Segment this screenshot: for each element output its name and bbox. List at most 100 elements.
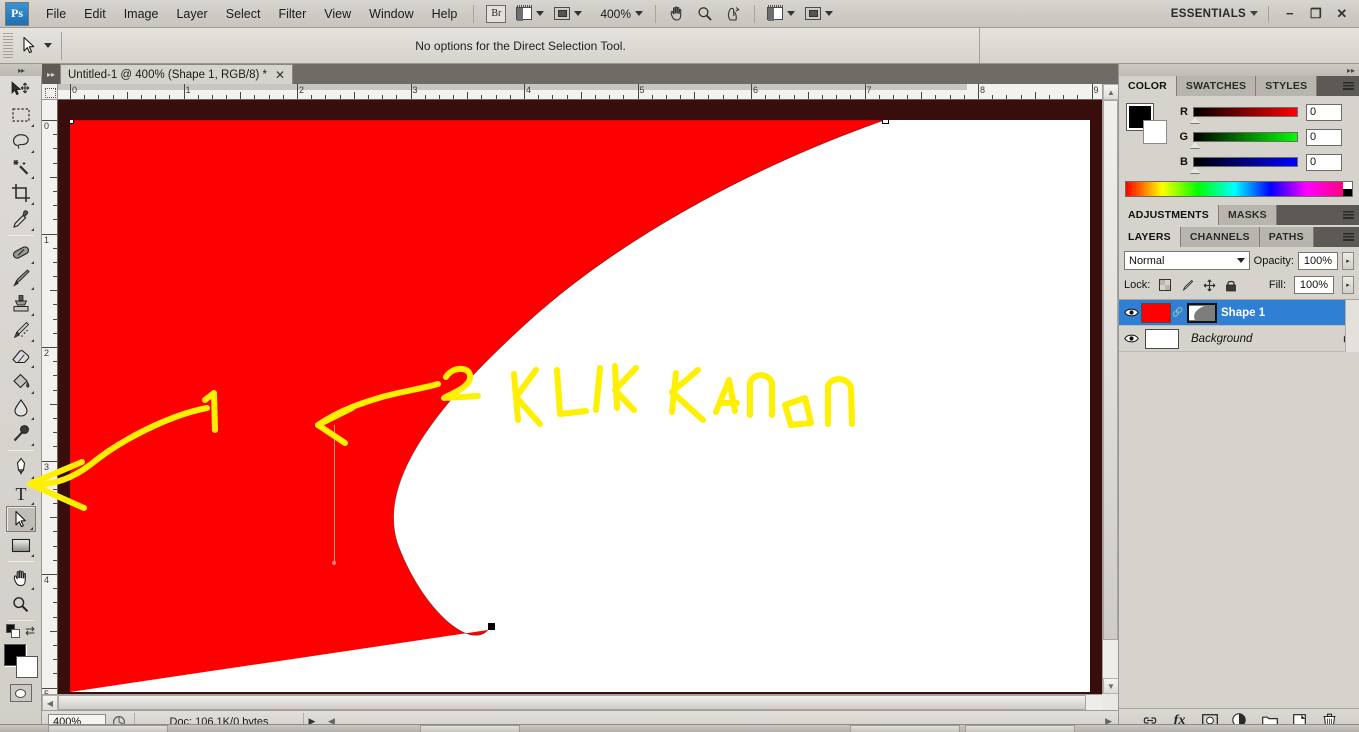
tool-hand-tool[interactable]: [6, 565, 36, 591]
black-chip[interactable]: [1343, 189, 1352, 196]
zoom-tool-button[interactable]: [693, 3, 717, 25]
fill-stepper[interactable]: ▸: [1342, 276, 1354, 294]
layer-thumbnail[interactable]: [1145, 328, 1179, 349]
blue-value-field[interactable]: 0: [1306, 153, 1342, 171]
launch-bridge-button[interactable]: Br: [483, 3, 509, 25]
blue-slider-track[interactable]: [1190, 157, 1298, 173]
tool-eraser-tool[interactable]: [6, 343, 36, 369]
minimize-button[interactable]: −: [1277, 3, 1303, 25]
close-button[interactable]: ✕: [1329, 3, 1355, 25]
red-slider-thumb[interactable]: [1190, 117, 1200, 123]
ruler-origin-corner[interactable]: [42, 84, 58, 100]
lock-all-icon[interactable]: [1224, 278, 1238, 292]
horizontal-ruler[interactable]: 0 1 2 3 4 5 6 7 8 9: [58, 84, 1102, 100]
artboard[interactable]: [70, 120, 1090, 692]
tab-styles[interactable]: STYLES: [1256, 76, 1318, 96]
canvas-horizontal-scrollbar[interactable]: ◀: [42, 694, 1102, 711]
adjustments-panel-menu-button[interactable]: [1337, 205, 1359, 225]
tab-paths[interactable]: PATHS: [1259, 227, 1314, 247]
document-tab[interactable]: Untitled-1 @ 400% (Shape 1, RGB/8) * ✕: [60, 64, 294, 84]
tool-magic-wand-tool[interactable]: [6, 154, 36, 180]
white-chip[interactable]: [1343, 182, 1352, 189]
scroll-left-arrow[interactable]: ◀: [42, 695, 58, 711]
menu-file[interactable]: File: [37, 3, 75, 25]
tool-type-tool[interactable]: T: [6, 480, 36, 506]
layers-list-scrollbar[interactable]: [1345, 300, 1359, 352]
tool-gradient-tool[interactable]: [6, 369, 36, 395]
close-icon[interactable]: ✕: [275, 68, 285, 82]
tab-swatches[interactable]: SWATCHES: [1176, 76, 1257, 96]
tab-layers[interactable]: LAYERS: [1119, 227, 1181, 247]
tool-dodge-tool[interactable]: [6, 421, 36, 447]
panel-dock-collapse[interactable]: ▸▸: [1119, 64, 1359, 76]
taskbar-item[interactable]: [850, 725, 960, 732]
vector-mask-thumbnail[interactable]: [1187, 302, 1217, 323]
path-anchor-point[interactable]: [882, 120, 889, 124]
hue-ramp[interactable]: [1126, 182, 1343, 196]
hand-tool-button[interactable]: [665, 3, 689, 25]
menu-window[interactable]: Window: [360, 3, 422, 25]
menu-view[interactable]: View: [315, 3, 360, 25]
mask-link-icon[interactable]: 🔗: [1172, 307, 1183, 318]
layers-panel-menu-button[interactable]: [1337, 227, 1359, 247]
canvas-viewport[interactable]: [58, 100, 1102, 694]
rotate-view-tool-button[interactable]: [721, 3, 745, 25]
layer-row-background[interactable]: Background: [1119, 326, 1359, 352]
color-swatches[interactable]: [3, 644, 38, 678]
layer-visibility-toggle[interactable]: [1121, 307, 1141, 318]
canvas-vertical-scrollbar[interactable]: ▲ ▼: [1102, 84, 1119, 694]
taskbar-item[interactable]: [48, 725, 168, 732]
tool-pen-tool[interactable]: [6, 454, 36, 480]
taskbar-item[interactable]: [965, 725, 1075, 732]
menu-select[interactable]: Select: [217, 3, 270, 25]
opacity-field[interactable]: 100%: [1298, 251, 1338, 270]
menu-filter[interactable]: Filter: [269, 3, 315, 25]
red-slider-track[interactable]: [1190, 107, 1298, 123]
lock-position-icon[interactable]: [1202, 278, 1216, 292]
taskbar-item[interactable]: [420, 725, 520, 732]
screen-mode-preset-button[interactable]: [802, 3, 836, 25]
color-panel-menu-button[interactable]: [1337, 76, 1359, 96]
menu-edit[interactable]: Edit: [75, 3, 115, 25]
layer-row-shape-1[interactable]: 🔗 Shape 1: [1119, 300, 1359, 326]
tool-zoom-tool[interactable]: [6, 591, 36, 617]
tool-clone-stamp-tool[interactable]: [6, 291, 36, 317]
menu-image[interactable]: Image: [115, 3, 168, 25]
tool-rectangular-marquee-tool[interactable]: [6, 102, 36, 128]
green-value-field[interactable]: 0: [1306, 128, 1342, 146]
tab-bar-grip[interactable]: ▸▸: [42, 64, 60, 84]
layer-visibility-toggle[interactable]: [1121, 333, 1141, 344]
menu-layer[interactable]: Layer: [167, 3, 216, 25]
tab-masks[interactable]: MASKS: [1218, 205, 1277, 225]
tool-move-tool[interactable]: [6, 76, 36, 102]
arrange-documents-button[interactable]: [513, 3, 547, 25]
path-anchor-point-selected[interactable]: [488, 623, 495, 630]
quick-mask-button[interactable]: [9, 684, 32, 702]
tool-blur-tool[interactable]: [6, 395, 36, 421]
window-arrange-preset-button[interactable]: [764, 3, 798, 25]
green-slider-thumb[interactable]: [1190, 142, 1200, 148]
path-anchor-point[interactable]: [70, 120, 74, 124]
fill-field[interactable]: 100%: [1294, 276, 1334, 294]
tool-crop-tool[interactable]: [6, 180, 36, 206]
tool-eyedropper-tool[interactable]: [6, 206, 36, 232]
layer-name[interactable]: Shape 1: [1221, 307, 1265, 319]
color-spectrum-ramp[interactable]: [1125, 181, 1353, 197]
tab-channels[interactable]: CHANNELS: [1180, 227, 1260, 247]
tool-preset-chevron-icon[interactable]: [43, 43, 52, 48]
tools-panel-collapse[interactable]: ▸▸: [0, 64, 42, 76]
workspace-switcher[interactable]: ESSENTIALS − ❐ ✕: [1171, 3, 1359, 25]
tool-rectangle-shape-tool[interactable]: [6, 532, 36, 558]
blue-slider-thumb[interactable]: [1190, 167, 1200, 173]
vertical-scroll-thumb[interactable]: [1103, 100, 1118, 640]
background-color-chip[interactable]: [1143, 120, 1167, 144]
tool-brush-tool[interactable]: [6, 265, 36, 291]
restore-button[interactable]: ❐: [1303, 3, 1329, 25]
layer-thumbnail[interactable]: [1141, 302, 1171, 323]
scroll-down-arrow[interactable]: ▼: [1103, 678, 1119, 694]
layer-name[interactable]: Background: [1191, 333, 1252, 345]
vertical-ruler[interactable]: 012345: [42, 100, 58, 694]
tool-direct-selection-tool[interactable]: [5, 506, 36, 532]
opacity-stepper[interactable]: ▸: [1342, 251, 1354, 270]
tool-healing-brush-tool[interactable]: [6, 239, 36, 265]
